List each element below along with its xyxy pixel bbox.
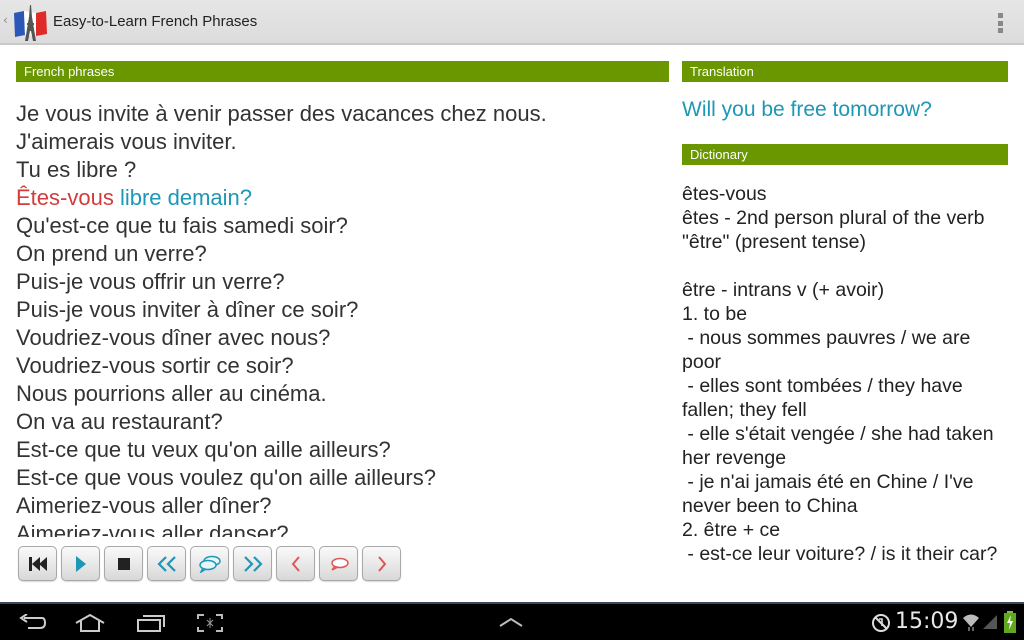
app-title: Easy-to-Learn French Phrases bbox=[53, 13, 258, 30]
dictionary-line: - elles sont tombées / they have fallen;… bbox=[682, 375, 969, 421]
dictionary-line: 1. to be bbox=[682, 303, 748, 325]
next-word-button[interactable] bbox=[362, 546, 401, 581]
screenshot-icon[interactable] bbox=[196, 613, 224, 633]
wifi-icon bbox=[963, 614, 979, 631]
overflow-menu-icon[interactable] bbox=[998, 13, 1004, 33]
dictionary-line bbox=[682, 254, 1012, 278]
phrase-item[interactable]: Aimeriez-vous aller danser? bbox=[16, 520, 656, 537]
phrase-item[interactable]: Est-ce que tu veux qu'on aille ailleurs? bbox=[16, 436, 656, 464]
translation-text: Will you be free tomorrow? bbox=[682, 98, 932, 121]
highlighted-phrase-rest: libre demain? bbox=[113, 185, 253, 210]
phrase-item[interactable]: Est-ce que vous voulez qu'on aille aille… bbox=[16, 464, 656, 492]
next-phrase-button[interactable] bbox=[233, 546, 272, 581]
speak-word-button[interactable] bbox=[319, 546, 358, 581]
dictionary-line: êtes - 2nd person plural of the verb "êt… bbox=[682, 207, 990, 253]
dictionary-line: - nous sommes pauvres / we are poor bbox=[682, 327, 976, 373]
up-navigation-indicator[interactable]: ‹ bbox=[3, 13, 8, 27]
phrase-item[interactable]: Puis-je vous inviter à dîner ce soir? bbox=[16, 296, 656, 324]
dictionary-line: - elle s'était vengée / she had taken he… bbox=[682, 423, 1000, 469]
phrase-item[interactable]: Puis-je vous offrir un verre? bbox=[16, 268, 656, 296]
skip-to-start-button[interactable] bbox=[18, 546, 57, 581]
expand-chevron-up-icon[interactable] bbox=[498, 616, 524, 628]
dictionary-content: êtes-vous êtes - 2nd person plural of the… bbox=[682, 182, 1012, 592]
back-icon[interactable] bbox=[18, 614, 46, 632]
highlighted-word[interactable]: Êtes-vous bbox=[16, 185, 114, 210]
playback-controls bbox=[18, 546, 401, 581]
speech-bubble-icon bbox=[330, 557, 349, 571]
phrase-item[interactable]: Voudriez-vous sortir ce soir? bbox=[16, 352, 656, 380]
double-chevron-left-icon bbox=[156, 555, 176, 572]
dictionary-line: êtes-vous bbox=[682, 183, 767, 205]
dictionary-line: - je n'ai jamais été en Chine / I've nev… bbox=[682, 471, 979, 517]
phrase-item[interactable]: Qu'est-ce que tu fais samedi soir? bbox=[16, 212, 656, 240]
phrase-item[interactable]: Je vous invite à venir passer des vacanc… bbox=[16, 100, 656, 128]
phrase-list[interactable]: Je vous invite à venir passer des vacanc… bbox=[16, 100, 656, 537]
home-icon[interactable] bbox=[74, 613, 106, 633]
no-sound-icon bbox=[872, 614, 890, 632]
previous-word-button[interactable] bbox=[276, 546, 315, 581]
phrase-item[interactable]: Aimeriez-vous aller dîner? bbox=[16, 492, 656, 520]
system-navigation-bar: 15:09 bbox=[0, 602, 1024, 640]
chevron-left-icon bbox=[291, 555, 300, 572]
double-chevron-right-icon bbox=[243, 555, 263, 572]
signal-icon bbox=[983, 615, 997, 629]
play-icon bbox=[75, 555, 86, 572]
dictionary-header: Dictionary bbox=[682, 144, 1008, 165]
phrase-item-selected[interactable]: Êtes-vous libre demain? bbox=[16, 184, 656, 212]
chevron-right-icon bbox=[377, 555, 386, 572]
translation-header: Translation bbox=[682, 61, 1008, 82]
eiffel-tower-flag-icon[interactable] bbox=[10, 3, 50, 43]
previous-phrase-button[interactable] bbox=[147, 546, 186, 581]
dictionary-line: être - intrans v (+ avoir) bbox=[682, 279, 885, 301]
play-button[interactable] bbox=[61, 546, 100, 581]
french-phrases-header: French phrases bbox=[16, 61, 669, 82]
speak-phrase-button[interactable] bbox=[190, 546, 229, 581]
phrase-item[interactable]: On va au restaurant? bbox=[16, 408, 656, 436]
clock: 15:09 bbox=[895, 609, 959, 634]
phrase-item[interactable]: J'aimerais vous inviter. bbox=[16, 128, 656, 156]
phrase-item[interactable]: Tu es libre ? bbox=[16, 156, 656, 184]
phrase-item[interactable]: On prend un verre? bbox=[16, 240, 656, 268]
battery-charging-icon bbox=[1004, 611, 1016, 633]
stop-button[interactable] bbox=[104, 546, 143, 581]
recent-apps-icon[interactable] bbox=[136, 614, 166, 632]
stop-icon bbox=[117, 557, 130, 570]
phrase-item[interactable]: Nous pourrions aller au cinéma. bbox=[16, 380, 656, 408]
dictionary-line: - est-ce leur voiture? / is it their car… bbox=[682, 543, 998, 565]
phrase-item[interactable]: Voudriez-vous dîner avec nous? bbox=[16, 324, 656, 352]
skip-to-start-icon bbox=[28, 556, 47, 571]
speech-bubbles-icon bbox=[198, 555, 221, 573]
action-bar: ‹ Easy-to-Learn French Phrases bbox=[0, 0, 1024, 45]
dictionary-line: 2. être + ce bbox=[682, 519, 781, 541]
